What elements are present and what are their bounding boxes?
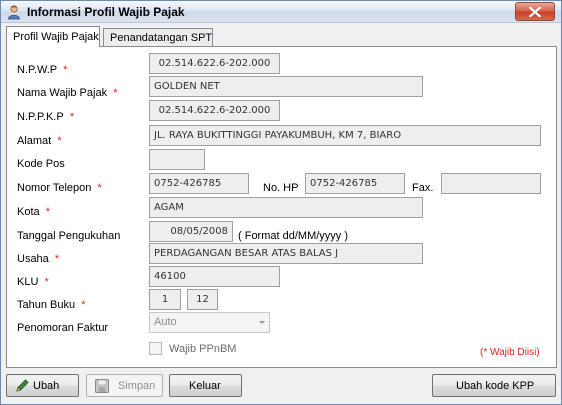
ubah-button[interactable]: Ubah [6, 374, 79, 397]
klu-label: KLU * [17, 276, 49, 288]
tanggal-field[interactable]: 08/05/2008 [149, 221, 233, 242]
penomoran-faktur-value: Auto [154, 316, 177, 328]
required-mark: * [63, 64, 68, 76]
ubah-kode-kpp-button[interactable]: Ubah kode KPP [432, 374, 556, 397]
ubah-kode-kpp-button-label: Ubah kode KPP [456, 380, 535, 392]
fax-label: Fax. [412, 182, 434, 194]
fax-field[interactable] [441, 173, 541, 194]
required-mark: * [81, 299, 86, 311]
title-bar[interactable]: Informasi Profil Wajib Pajak [1, 1, 561, 23]
tab-penandatangan-spt[interactable]: Penandatangan SPT [103, 28, 213, 46]
nama-field[interactable]: GOLDEN NET [149, 76, 423, 97]
kode-pos-field[interactable] [149, 149, 205, 170]
npwp-label: N.P.W.P * [17, 64, 68, 76]
user-icon [8, 5, 20, 20]
required-mark: * [45, 206, 51, 218]
required-mark: * [44, 276, 49, 288]
required-mark: * [97, 182, 102, 194]
required-mark: * [69, 111, 75, 123]
required-note: (* Wajib Diisi) [480, 347, 540, 358]
ubah-button-label: Ubah [33, 380, 60, 392]
usaha-field[interactable]: PERDAGANGAN BESAR ATAS BALAS J [149, 243, 423, 264]
save-icon [95, 379, 109, 393]
tab-label: Penandatangan SPT [110, 32, 213, 44]
kota-field[interactable]: AGAM [149, 197, 423, 218]
pencil-icon [16, 379, 29, 392]
klu-field[interactable]: 46100 [149, 266, 280, 287]
tahun-buku-label: Tahun Buku * [17, 299, 86, 311]
nppkp-label: N.P.P.K.P * [17, 111, 75, 123]
hp-field[interactable]: 0752-426785 [305, 173, 405, 194]
profile-window: Informasi Profil Wajib Pajak Profil Waji… [0, 0, 562, 405]
nppkp-field[interactable]: 02.514.622.6-202.000 [149, 100, 280, 121]
required-mark: * [113, 87, 118, 99]
chevron-down-icon [259, 321, 265, 324]
tahun-buku-to-field[interactable]: 12 [187, 289, 218, 310]
kota-label: Kota * [17, 206, 51, 218]
alamat-label: Alamat * [17, 135, 62, 147]
penomoran-faktur-select[interactable]: Auto [149, 312, 270, 333]
keluar-button-label: Keluar [189, 380, 221, 392]
tanggal-label: Tanggal Pengukuhan [17, 230, 121, 242]
npwp-field[interactable]: 02.514.622.6-202.000 [149, 53, 280, 74]
usaha-label: Usaha * [17, 253, 60, 265]
tab-label: Profil Wajib Pajak [13, 31, 99, 43]
tanggal-format-hint: ( Format dd/MM/yyyy ) [238, 230, 349, 242]
wajib-ppnbm-label: Wajib PPnBM [169, 343, 237, 355]
simpan-button[interactable]: Simpan [86, 374, 163, 397]
window-title: Informasi Profil Wajib Pajak [27, 5, 185, 19]
close-icon [529, 7, 541, 17]
simpan-button-label: Simpan [118, 380, 156, 392]
nama-label: Nama Wajib Pajak * [17, 87, 118, 99]
wajib-ppnbm-checkbox[interactable] [149, 342, 162, 355]
kode-pos-label: Kode Pos [17, 158, 65, 170]
telepon-field[interactable]: 0752-426785 [149, 173, 249, 194]
penomoran-faktur-label: Penomoran Faktur [17, 322, 109, 334]
required-mark: * [57, 135, 62, 147]
hp-label: No. HP [263, 182, 299, 194]
close-button[interactable] [515, 2, 555, 21]
telepon-label: Nomor Telepon * [17, 182, 102, 194]
keluar-button[interactable]: Keluar [169, 374, 242, 397]
alamat-field[interactable]: JL. RAYA BUKITTINGGI PAYAKUMBUH, KM 7, B… [149, 125, 541, 146]
required-mark: * [54, 253, 60, 265]
tahun-buku-from-field[interactable]: 1 [149, 289, 181, 310]
tab-profil-wajib-pajak[interactable]: Profil Wajib Pajak [6, 26, 100, 47]
